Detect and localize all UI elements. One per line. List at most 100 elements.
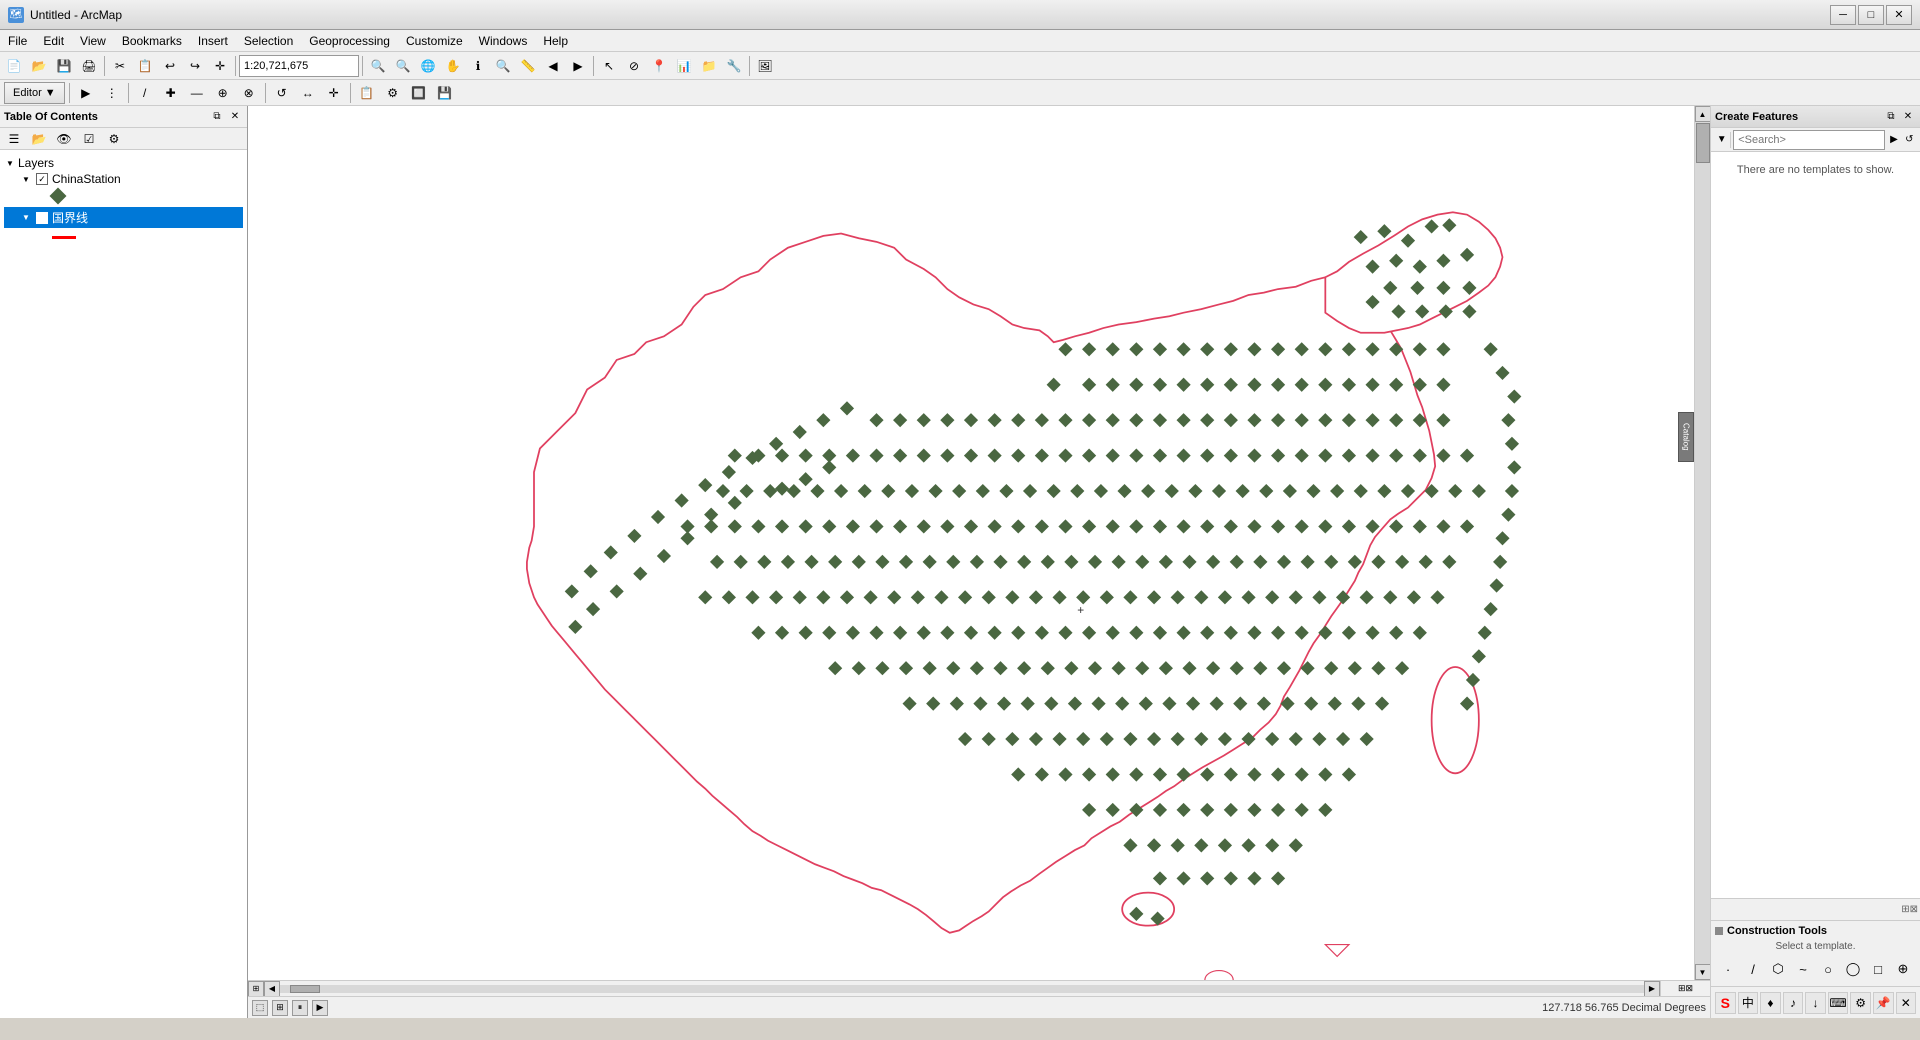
catalog-button[interactable]: 📁 [697,54,721,78]
menu-help[interactable]: Help [535,30,576,52]
geocode-button[interactable]: 📍 [647,54,671,78]
select-button[interactable]: ↖ [597,54,621,78]
move-btn[interactable]: ✛ [322,81,346,105]
menu-selection[interactable]: Selection [236,30,301,52]
edit-vertices[interactable]: ⋮ [100,81,124,105]
zoom-in-button[interactable]: 🔍 [366,54,390,78]
toc-selection-view[interactable]: ☑ [77,127,101,151]
scale-input[interactable]: 1:20,721,675 [239,55,359,77]
editor-dropdown[interactable]: Editor ▼ [4,82,65,104]
snap-btn[interactable]: 🔲 [407,81,431,105]
clear-selection-button[interactable]: ⊘ [622,54,646,78]
map-area[interactable]: + Catalog [248,106,1694,980]
redo-button[interactable]: ↪ [183,54,207,78]
ime-btn-settings[interactable]: ⚙ [1850,992,1871,1014]
next-extent-button[interactable]: ▶ [566,54,590,78]
cut-polygon[interactable]: ✚ [159,81,183,105]
pointer-button[interactable]: ✛ [208,54,232,78]
ime-btn-pin[interactable]: 📌 [1873,992,1894,1014]
toc-source-view[interactable]: 📂 [27,127,51,151]
open-button[interactable]: 📂 [27,54,51,78]
menu-geoprocessing[interactable]: Geoprocessing [301,30,398,52]
map-vertical-scrollbar[interactable]: ▲ ▼ [1694,106,1710,980]
hscroll-expand[interactable]: ⊞ [248,981,264,997]
ime-btn-keyboard[interactable]: ⌨ [1828,992,1849,1014]
tool-line[interactable]: / [1742,958,1764,980]
status-btn2[interactable]: ⊞ [272,1000,288,1016]
cf-search-button[interactable]: ▶ [1887,132,1900,148]
measure-button[interactable]: 📏 [516,54,540,78]
toc-float-button[interactable]: ⧉ [209,109,225,125]
maximize-button[interactable]: □ [1858,5,1884,25]
toc-layer-guojie[interactable]: ▼ ✓ 国界线 [4,207,243,228]
ime-btn-s[interactable]: S [1715,992,1736,1014]
close-button[interactable]: ✕ [1886,5,1912,25]
layout-view-button[interactable]: 🖼 [753,54,777,78]
chinastation-checkbox[interactable]: ✓ [36,173,48,185]
status-btn1[interactable]: ⬚ [252,1000,268,1016]
hscroll-thumb[interactable] [290,985,320,993]
edit-tool[interactable]: ▶ [74,81,98,105]
ime-btn-note[interactable]: ♪ [1783,992,1804,1014]
toolbox-button[interactable]: 🔧 [722,54,746,78]
sketch-props[interactable]: ⚙ [381,81,405,105]
cut-button[interactable]: ✂ [108,54,132,78]
status-btn4[interactable]: ▶ [312,1000,328,1016]
menu-windows[interactable]: Windows [471,30,536,52]
tool-ellipse[interactable]: ◯ [1842,958,1864,980]
cf-float-button[interactable]: ⧉ [1883,109,1899,125]
toc-layers-header[interactable]: ▼ Layers [4,156,243,170]
ime-btn-close[interactable]: ✕ [1896,992,1917,1014]
toc-visibility-view[interactable]: 👁 [52,127,76,151]
hscroll-left[interactable]: ◀ [264,981,280,997]
zoom-out-button[interactable]: 🔍 [391,54,415,78]
save-button[interactable]: 💾 [52,54,76,78]
hscroll-right[interactable]: ▶ [1644,981,1660,997]
ime-btn-mic[interactable]: ↓ [1805,992,1826,1014]
toc-close-button[interactable]: ✕ [227,109,243,125]
tool-circle[interactable]: ○ [1817,958,1839,980]
toc-options[interactable]: ⚙ [102,127,126,151]
rotate-btn[interactable]: ↺ [270,81,294,105]
cf-search-filter[interactable]: ▼ [1715,132,1728,148]
ime-btn-zhong[interactable]: 中 [1738,992,1759,1014]
menu-bookmarks[interactable]: Bookmarks [114,30,190,52]
menu-file[interactable]: File [0,30,35,52]
pan-button[interactable]: ✋ [441,54,465,78]
intersect-btn[interactable]: ⊗ [237,81,261,105]
guojie-checkbox[interactable]: ✓ [36,212,48,224]
tool-rect[interactable]: □ [1867,958,1889,980]
save-edits[interactable]: 💾 [433,81,457,105]
reshape-btn[interactable]: / [133,81,157,105]
copy-button[interactable]: 📋 [133,54,157,78]
cf-search-input[interactable] [1733,130,1885,150]
merge-btn[interactable]: — [185,81,209,105]
toc-layer-chinastation[interactable]: ▼ ✓ ChinaStation [4,170,243,188]
cf-close-button[interactable]: ✕ [1900,109,1916,125]
map-horizontal-scrollbar[interactable]: ⊞ ◀ ▶ ⊞⊠ [248,980,1710,996]
cf-refresh-button[interactable]: ↺ [1903,132,1916,148]
attr-btn[interactable]: 📋 [355,81,379,105]
scroll-up-arrow[interactable]: ▲ [1695,106,1711,122]
menu-edit[interactable]: Edit [35,30,72,52]
menu-customize[interactable]: Customize [398,30,471,52]
attr-table-button[interactable]: 📊 [672,54,696,78]
undo-button[interactable]: ↩ [158,54,182,78]
scroll-thumb[interactable] [1696,123,1710,163]
tool-freehand[interactable]: ~ [1792,958,1814,980]
ime-btn-moon[interactable]: ♦ [1760,992,1781,1014]
full-extent-button[interactable]: 🌐 [416,54,440,78]
menu-insert[interactable]: Insert [190,30,236,52]
menu-view[interactable]: View [72,30,114,52]
print-button[interactable]: 🖨 [77,54,101,78]
toc-list-view[interactable]: ☰ [2,127,26,151]
tool-auto[interactable]: ⊕ [1892,958,1914,980]
tool-point[interactable]: · [1717,958,1739,980]
catalog-tab[interactable]: Catalog [1678,412,1694,462]
scale-tool-btn[interactable]: ↔ [296,81,320,105]
find-button[interactable]: 🔍 [491,54,515,78]
minimize-button[interactable]: ─ [1830,5,1856,25]
status-btn3[interactable]: ⏸ [292,1000,308,1016]
new-button[interactable]: 📄 [2,54,26,78]
identify-button[interactable]: ℹ [466,54,490,78]
